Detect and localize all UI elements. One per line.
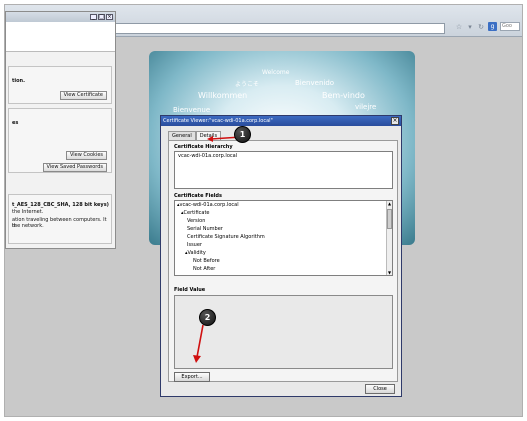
certificate-fields-list[interactable]: ▴vcac-wdi-01a.corp.local ▴Certificate Ve…: [174, 200, 393, 276]
dropdown-icon[interactable]: ▾: [466, 23, 474, 31]
security-text: tion.: [12, 78, 25, 84]
page-info-header: [6, 22, 115, 52]
welcome-word: Willkommen: [198, 91, 248, 100]
callout-2: 2: [199, 309, 216, 326]
dialog-title: Certificate Viewer:"vcac-wdi-01a.corp.lo…: [163, 118, 273, 124]
page-info-window: _ □ × tion. View Certificate es View Coo…: [5, 11, 116, 249]
scroll-down-icon[interactable]: ▼: [387, 270, 392, 275]
privacy-section: es View Cookies View Saved Passwords: [8, 108, 112, 173]
export-button[interactable]: Export...: [174, 372, 210, 382]
cipher-text: t_AES_128_CBC_SHA, 128 bit keys): [12, 202, 109, 208]
address-bar[interactable]: [115, 23, 445, 34]
close-icon[interactable]: ×: [106, 14, 113, 20]
callout-1: 1: [234, 126, 251, 143]
technical-details-section: t_AES_128_CBC_SHA, 128 bit keys) the Int…: [8, 194, 112, 244]
star-icon[interactable]: ☆: [455, 23, 463, 31]
welcome-word: vilejre: [355, 103, 377, 111]
google-icon: g: [488, 22, 497, 31]
hierarchy-item[interactable]: vcac-wdi-01a.corp.local: [175, 152, 392, 160]
close-button[interactable]: Close: [365, 384, 395, 394]
field-item[interactable]: Version: [175, 217, 392, 225]
maximize-icon[interactable]: □: [98, 14, 105, 20]
field-item[interactable]: Not After: [175, 265, 392, 273]
field-item[interactable]: ▴vcac-wdi-01a.corp.local: [175, 201, 392, 209]
refresh-icon[interactable]: ↻: [477, 23, 485, 31]
view-saved-passwords-button[interactable]: View Saved Passwords: [42, 163, 107, 172]
welcome-word: Welcome: [262, 69, 290, 76]
search-input[interactable]: Goo: [500, 22, 520, 31]
scroll-thumb[interactable]: [387, 209, 392, 229]
hierarchy-label: Certificate Hierarchy: [174, 144, 233, 150]
fields-scrollbar[interactable]: ▲ ▼: [386, 201, 392, 275]
minimize-icon[interactable]: _: [90, 14, 97, 20]
close-icon[interactable]: ×: [391, 117, 399, 125]
view-cookies-button[interactable]: View Cookies: [65, 151, 107, 160]
privacy-label: es: [12, 120, 19, 126]
hierarchy-tree[interactable]: vcac-wdi-01a.corp.local: [174, 151, 393, 189]
security-section: tion. View Certificate: [8, 66, 112, 104]
screenshot-frame: ☆ ▾ ↻ g Goo _ □ × tion. View Certificate…: [4, 4, 523, 417]
welcome-word: ようこそ: [235, 81, 260, 88]
field-item[interactable]: ▴Certificate: [175, 209, 392, 217]
field-item[interactable]: Issuer: [175, 241, 392, 249]
detail-line-4: the network.: [12, 223, 44, 229]
scroll-up-icon[interactable]: ▲: [387, 201, 392, 206]
dialog-titlebar: Certificate Viewer:"vcac-wdi-01a.corp.lo…: [161, 116, 401, 126]
welcome-word: Bienvenido: [295, 79, 335, 87]
welcome-word: Bem-vindo: [322, 91, 365, 100]
welcome-word: Bienvenue: [173, 106, 211, 114]
callout-2-arrow-icon: [193, 324, 204, 363]
view-certificate-button[interactable]: View Certificate: [59, 91, 107, 100]
page-info-titlebar: _ □ ×: [6, 12, 115, 22]
tab-general[interactable]: General: [168, 131, 196, 140]
field-value-label: Field Value: [174, 287, 206, 293]
field-item[interactable]: ▴Validity: [175, 249, 392, 257]
detail-line-2: the Internet.: [12, 209, 44, 215]
fields-label: Certificate Fields: [174, 193, 222, 199]
field-item[interactable]: Certificate Signature Algorithm: [175, 233, 392, 241]
browser-toolbar: ☆ ▾ ↻ g Goo: [455, 22, 520, 31]
field-item[interactable]: Not Before: [175, 257, 392, 265]
field-item[interactable]: Serial Number: [175, 225, 392, 233]
